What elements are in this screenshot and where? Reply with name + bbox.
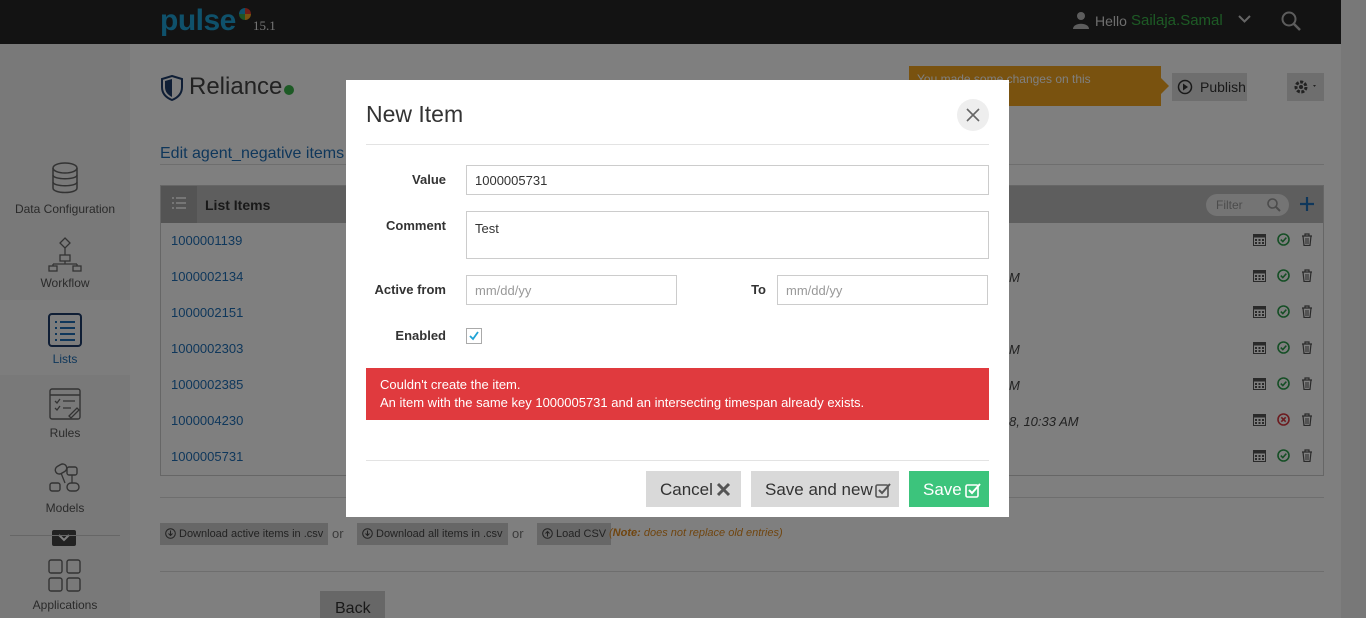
checkbox-checked-icon	[965, 483, 981, 498]
enabled-label: Enabled	[395, 328, 446, 343]
new-item-dialog: New Item Value 1000005731 Comment Test A…	[346, 80, 1009, 517]
save-button[interactable]: Save	[909, 471, 989, 507]
close-button[interactable]	[957, 99, 989, 131]
value-input[interactable]: 1000005731	[466, 165, 989, 195]
close-icon	[966, 108, 980, 122]
dialog-divider	[366, 460, 989, 461]
active-from-label: Active from	[374, 282, 446, 297]
save-and-new-button[interactable]: Save and new	[751, 471, 899, 507]
dialog-divider	[366, 144, 989, 145]
error-alert: Couldn't create the item. An item with t…	[366, 368, 989, 420]
to-label: To	[751, 282, 766, 297]
button-label: Cancel	[660, 480, 713, 499]
dialog-title: New Item	[366, 101, 464, 127]
value-label: Value	[412, 172, 446, 187]
comment-label: Comment	[386, 218, 446, 233]
checkmark-icon	[469, 331, 479, 341]
close-icon	[716, 482, 731, 497]
comment-textarea[interactable]: Test	[466, 211, 989, 259]
error-message: An item with the same key 1000005731 and…	[380, 395, 865, 410]
to-input[interactable]	[777, 275, 988, 305]
cancel-button[interactable]: Cancel	[646, 471, 741, 507]
checkbox-checked-icon	[875, 483, 891, 498]
active-from-input[interactable]	[466, 275, 677, 305]
button-label: Save and new	[765, 480, 873, 499]
error-title: Couldn't create the item.	[380, 377, 521, 392]
enabled-checkbox[interactable]	[466, 328, 482, 344]
button-label: Save	[923, 480, 962, 499]
